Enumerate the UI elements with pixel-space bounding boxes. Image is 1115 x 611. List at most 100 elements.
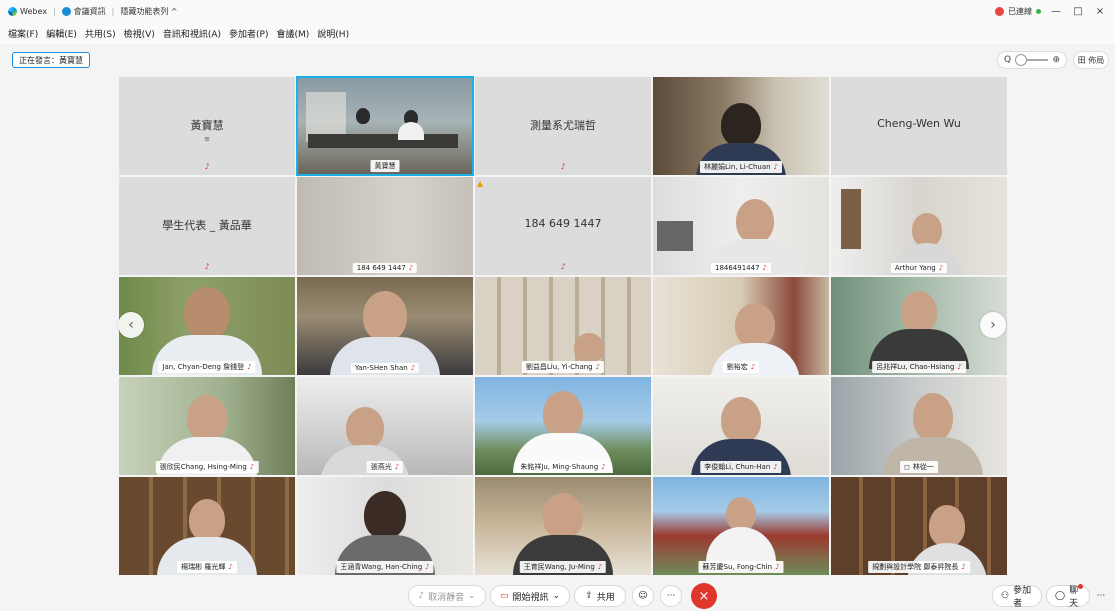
participant-tile[interactable]: 王涵青Wang, Han-Ching ♪ [296,476,474,576]
close-button[interactable]: × [1093,6,1107,17]
layout-button[interactable]: 田 佈局 [1073,51,1109,69]
info-icon [61,6,71,16]
participant-label: 王涵青Wang, Han-Ching ♪ [336,561,434,573]
participant-name: 李俊翰Li, Chun-Han [704,463,771,471]
participant-tile[interactable]: 張燕光 ♪ [296,376,474,476]
zoom-knob[interactable] [1015,54,1028,66]
zoom-out-icon[interactable]: Q [1004,55,1011,65]
mic-muted-icon: ♪ [773,463,778,471]
app-title: Webex [8,6,47,16]
participant-tile[interactable]: Yan-SHen Shan ♪ [296,276,474,376]
participant-label: 王育民Wang, Ju-Ming ♪ [519,561,607,573]
menu-file[interactable]: 檔案(F) [8,27,38,40]
participant-tile[interactable]: Cheng-Wen Wu [830,76,1008,176]
participant-name: Yan-SHen Shan [354,364,408,372]
participant-tile[interactable]: 朱銘祥Ju, Ming-Shaung ♪ [474,376,652,476]
chat-button[interactable]: ◯ 聊天 [1046,584,1090,609]
participant-tile[interactable]: 劉益昌Liu, Yi-Chang ♪ [474,276,652,376]
zoom-slider[interactable]: Q ⊕ [997,51,1067,69]
participants-button[interactable]: ⚇ 參加者 [992,585,1042,609]
leave-meeting-button[interactable]: × [691,583,717,609]
chevron-down-icon: ⌄ [552,591,561,601]
participant-tile[interactable]: 學生代表 _ 黃品華 ♪ [118,176,296,276]
participant-name: 劉裕宏 [726,363,748,371]
mic-muted-icon: ♪ [560,262,566,271]
more-icon: ··· [1096,591,1106,601]
participant-name: 王涵青Wang, Han-Ching [340,563,423,571]
share-button[interactable]: ⇪ 共用 [574,585,626,607]
start-video-label: 開始視訊 [512,592,549,603]
participant-name: 楊瑞彬 羅光輝 [181,563,226,571]
participant-sub: ≡ [204,135,210,143]
participant-name: 測量系尤瑞哲 [530,119,596,132]
start-video-button[interactable]: ▭ 開始視訊 ⌄ [490,585,570,607]
menu-audio-video[interactable]: 音訊和視訊(A) [163,27,221,40]
participant-name: 林從一 [912,463,934,471]
participants-label: 參加者 [1013,586,1032,609]
participant-tile[interactable]: 測量系尤瑞哲 ♪ [474,76,652,176]
connected-dot-icon [1036,8,1041,14]
menu-edit[interactable]: 編輯(E) [46,27,77,40]
meeting-info-button[interactable]: 會議資訊 [61,6,106,17]
hide-menu-button[interactable]: 隱藏功能表列 ^ [120,6,177,17]
chevron-down-icon: ⌄ [468,591,476,601]
participant-tile[interactable]: 黃寶慧 ≡ ♪ [118,76,296,176]
reactions-button[interactable]: ☺ [632,585,654,607]
participant-tile[interactable]: 規劃與設計學院 鄭泰昇院長 ♪ [830,476,1008,576]
mic-muted-icon: ♪ [775,563,780,571]
next-page-button[interactable]: › [980,312,1006,338]
mic-muted-icon: ♪ [560,162,566,171]
restore-button[interactable]: □ [1071,6,1085,17]
participant-tile[interactable]: 李俊翰Li, Chun-Han ♪ [652,376,830,476]
connection-status[interactable]: 已連線 [995,6,1041,17]
smiley-icon: ☺ [638,591,648,601]
meeting-controls: ♪ 取消靜音 ⌄ ▭ 開始視訊 ⌄ ⇪ 共用 ☺ ··· × ⚇ 參加者 ◯ 聊… [0,580,1115,611]
mic-muted-icon: ♪ [597,563,603,571]
participant-tile[interactable]: 184 649 1447 ♪ [296,176,474,276]
video-grid: 黃寶慧 ≡ ♪ 黃寶慧 測量系尤瑞哲 ♪ 林麗娟Lin, Li-Chuan ♪ C… [118,76,1008,576]
menu-help[interactable]: 說明(H) [317,27,349,40]
zoom-in-icon[interactable]: ⊕ [1052,55,1060,65]
participant-tile[interactable]: Jan, Chyan-Deng 詹錢登 ♪ [118,276,296,376]
participant-tile[interactable]: 張欣民Chang, Hsing-Ming ♪ [118,376,296,476]
participant-name: Cheng-Wen Wu [877,117,961,130]
participant-label: 1846491447 ♪ [710,263,772,273]
participant-tile[interactable]: ◻ 林從一 [830,376,1008,476]
mic-muted-icon: ♪ [762,264,768,272]
participant-tile[interactable]: 黃寶慧 [296,76,474,176]
participant-name: Arthur Yang [894,264,936,272]
more-icon: ··· [666,591,676,601]
menu-meeting[interactable]: 會議(M) [277,27,310,40]
participant-name: 張燕光 [370,463,392,471]
prev-page-button[interactable]: ‹ [118,312,144,338]
mic-muted-icon: ♪ [204,262,210,271]
participant-name: Jan, Chyan-Deng 詹錢登 [162,363,245,371]
mic-muted-icon: ♪ [595,363,601,371]
participant-label: 呂兆祥Lu, Chao-Hsiang ♪ [872,361,966,373]
participant-tile[interactable]: 楊瑞彬 羅光輝 ♪ [118,476,296,576]
participant-tile[interactable]: 蘇芳慶Su, Fong-Chin ♪ [652,476,830,576]
meeting-info-label: 會議資訊 [73,6,106,16]
overflow-button[interactable]: ··· [1092,585,1110,607]
participant-name: 184 649 1447 [524,217,602,230]
participant-tile[interactable]: 林麗娟Lin, Li-Chuan ♪ [652,76,830,176]
menu-share[interactable]: 共用(S) [85,27,116,40]
participant-tile[interactable]: Arthur Yang ♪ [830,176,1008,276]
participant-name: 呂兆祥Lu, Chao-Hsiang [876,363,955,371]
participant-tile[interactable]: ▲ 184 649 1447 ♪ [474,176,652,276]
participant-label: Jan, Chyan-Deng 詹錢登 ♪ [158,361,256,373]
participant-label: ◻ 林從一 [900,461,938,473]
mic-muted-icon: ♪ [957,363,962,371]
participant-tile[interactable]: 劉裕宏 ♪ [652,276,830,376]
menu-participants[interactable]: 參加者(P) [229,27,268,40]
minimize-button[interactable]: — [1049,6,1063,17]
unmute-button[interactable]: ♪ 取消靜音 ⌄ [408,585,486,607]
menu-bar: 檔案(F) 編輯(E) 共用(S) 檢視(V) 音訊和視訊(A) 參加者(P) … [0,22,1115,44]
participant-label: 黃寶慧 [370,160,400,172]
participant-label: 劉益昌Liu, Yi-Chang ♪ [521,361,605,373]
participant-tile[interactable]: 王育民Wang, Ju-Ming ♪ [474,476,652,576]
more-options-button[interactable]: ··· [660,585,682,607]
chat-unread-badge [1078,584,1083,589]
menu-view[interactable]: 檢視(V) [124,27,155,40]
participant-tile[interactable]: 1846491447 ♪ [652,176,830,276]
